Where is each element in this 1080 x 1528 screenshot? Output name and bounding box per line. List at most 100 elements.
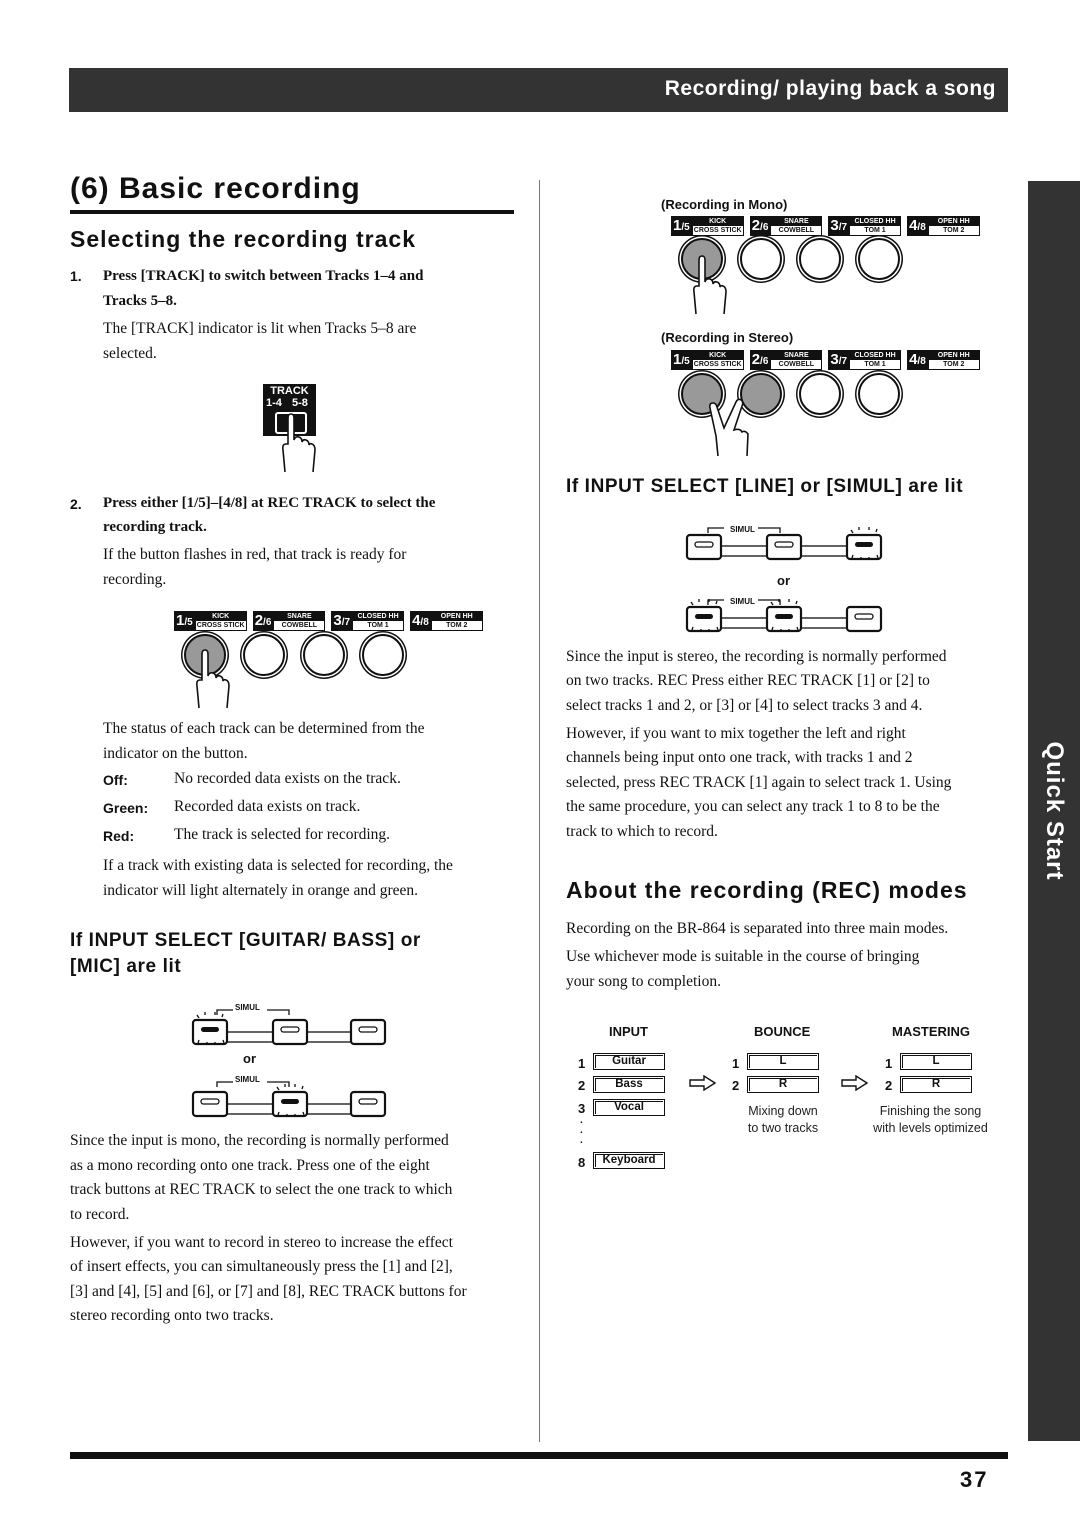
input-index: 3 xyxy=(578,1101,586,1116)
mono-para-2-line-2: of insert effects, you can simultaneousl… xyxy=(70,1258,453,1275)
mastering-mode-title: MASTERING xyxy=(892,1024,970,1039)
step-2-line-1: Press either [1/5]–[4/8] at REC TRACK to… xyxy=(103,495,436,511)
input-index: 1 xyxy=(578,1056,586,1071)
input-track-box: Vocal xyxy=(593,1099,665,1116)
step-1-line-2: Tracks 5–8. xyxy=(103,293,177,309)
mono-caption: (Recording in Mono) xyxy=(661,197,788,212)
arrow-right-icon xyxy=(841,1075,869,1091)
page-number: 37 xyxy=(960,1467,989,1492)
mastering-track-box: R xyxy=(900,1076,972,1093)
section-header-bar: Recording/ playing back a song xyxy=(69,68,1008,112)
section-heading-selecting: Selecting the recording track xyxy=(70,226,416,252)
bounce-track-box: R xyxy=(747,1076,819,1093)
mono-para-1-line-3: track buttons at REC TRACK to select the… xyxy=(70,1181,453,1198)
rec-track-label-2: 2/6 SNARE COWBELL xyxy=(252,611,326,631)
section-heading-rec-modes: About the recording (REC) modes xyxy=(566,877,968,903)
track-range-1-4: 1-4 xyxy=(266,397,282,409)
mono-para-2-line-1: However, if you want to record in stereo… xyxy=(70,1234,453,1251)
rec-track-labels-stereo: 1/5 KICK CROSS STICK 2/6 SNARE COWBELL 3/7 CL… xyxy=(671,350,983,370)
modes-para-2-line-2: your song to completion. xyxy=(566,973,721,990)
simul-label: SIMUL xyxy=(235,1003,260,1012)
stereo-para-2-line-3: selected, press REC TRACK [1] again to s… xyxy=(566,774,952,791)
simul-label: SIMUL xyxy=(730,525,755,534)
mono-para-1-line-2: as a mono recording onto one track. Pres… xyxy=(70,1157,430,1174)
mono-track-button-2[interactable] xyxy=(740,238,782,280)
bounce-index: 1 xyxy=(732,1056,740,1071)
mono-input-heading-2: [MIC] are lit xyxy=(70,956,182,977)
rec-track-button-3[interactable] xyxy=(303,634,345,676)
rec-track-labels-mono: 1/5 KICK CROSS STICK 2/6 SNARE COWBELL 3/7 CL… xyxy=(671,216,983,236)
input-index: 2 xyxy=(578,1078,586,1093)
side-tab: Quick Start xyxy=(1028,181,1080,1441)
status-intro-1: The status of each track can be determin… xyxy=(103,720,425,737)
ellipsis-dots: ... xyxy=(580,1115,583,1146)
stereo-caption: (Recording in Stereo) xyxy=(661,330,794,345)
step-2-desc-2: recording. xyxy=(103,571,167,588)
status-note-1: If a track with existing data is selecte… xyxy=(103,857,453,874)
mono-para-1-line-4: to record. xyxy=(70,1206,130,1223)
bounce-caption: Mixing down to two tracks xyxy=(747,1104,819,1135)
stereo-track-button-4[interactable] xyxy=(858,373,900,415)
mastering-caption: Finishing the song with levels optimized xyxy=(873,1104,988,1135)
mastering-index: 2 xyxy=(885,1078,893,1093)
stereo-para-2-line-2: channels being input onto one track, wit… xyxy=(566,749,913,766)
stereo-para-1-line-1: Since the input is stereo, the recording… xyxy=(566,648,947,665)
rec-modes-diagram: INPUT 1 Guitar 2 Bass 3 Vocal ... 8 Keyb… xyxy=(565,1015,1005,1175)
modes-para-2-line-1: Use whichever mode is suitable in the co… xyxy=(566,948,920,965)
line-input-heading: If INPUT SELECT [LINE] or [SIMUL] are li… xyxy=(566,476,964,497)
side-tab-label: Quick Start xyxy=(1041,741,1068,881)
mono-para-2-line-3: [3] and [4], [5] and [6], or [7] and [8]… xyxy=(70,1283,467,1300)
mono-track-button-4[interactable] xyxy=(858,238,900,280)
input-track-box: Guitar xyxy=(593,1053,665,1070)
input-track-box: Keyboard xyxy=(593,1152,665,1169)
arrow-right-icon xyxy=(689,1075,717,1091)
section-title: Recording/ playing back a song xyxy=(664,77,996,100)
simul-label: SIMUL xyxy=(235,1075,260,1084)
mastering-track-box: L xyxy=(900,1053,972,1070)
mono-para-1-line-1: Since the input is mono, the recording i… xyxy=(70,1132,449,1149)
input-index: 8 xyxy=(578,1155,586,1170)
rec-track-button-2[interactable] xyxy=(243,634,285,676)
status-note-2: indicator will light alternately in oran… xyxy=(103,882,419,899)
simul-label: SIMUL xyxy=(730,597,755,606)
step-number-1: 1. xyxy=(70,268,82,284)
mono-input-heading-1: If INPUT SELECT [GUITAR/ BASS] or xyxy=(70,930,421,951)
modes-para-1: Recording on the BR-864 is separated int… xyxy=(566,920,949,937)
mono-para-2-line-4: stereo recording onto two tracks. xyxy=(70,1307,274,1324)
bounce-index: 2 xyxy=(732,1078,740,1093)
step-1-desc-1: The [TRACK] indicator is lit when Tracks… xyxy=(103,320,417,337)
stereo-track-button-3[interactable] xyxy=(799,373,841,415)
mono-track-button-3[interactable] xyxy=(799,238,841,280)
pointing-hand-icon xyxy=(693,255,727,315)
step-1-desc-2: selected. xyxy=(103,345,157,362)
rec-track-label-3: 3/7 CLOSED HH TOM 1 xyxy=(331,611,405,631)
rec-track-label-4: 4/8 OPEN HH TOM 2 xyxy=(410,611,483,631)
bounce-mode-title: BOUNCE xyxy=(754,1024,811,1039)
pointing-hand-icon xyxy=(282,413,316,473)
title-rule xyxy=(70,210,514,214)
two-finger-hand-icon xyxy=(709,398,749,457)
stereo-para-1-line-2: on two tracks. REC Press either REC TRAC… xyxy=(566,672,930,689)
stereo-para-1-line-3: select tracks 1 and 2, or [3] or [4] to … xyxy=(566,697,923,714)
rec-track-label-1: 1/5 KICK CROSS STICK xyxy=(174,611,247,631)
step-2-desc-1: If the button flashes in red, that track… xyxy=(103,546,407,563)
input-select-mono-diagram xyxy=(191,1009,387,1118)
stereo-para-2-line-4: the same procedure, you can select any t… xyxy=(566,798,940,815)
or-label: or xyxy=(243,1051,256,1066)
step-2-line-2: recording track. xyxy=(103,519,207,535)
or-label: or xyxy=(777,573,790,588)
step-1-line-1: Press [TRACK] to switch between Tracks 1… xyxy=(103,268,424,284)
bounce-track-box: L xyxy=(747,1053,819,1070)
stereo-para-2-line-5: track to which to record. xyxy=(566,823,718,840)
track-range-5-8: 5-8 xyxy=(292,397,308,409)
footer-rule xyxy=(70,1452,1008,1459)
column-divider xyxy=(539,180,540,1442)
input-mode-title: INPUT xyxy=(609,1024,648,1039)
input-track-box: Bass xyxy=(593,1076,665,1093)
stereo-para-2-line-1: However, if you want to mix together the… xyxy=(566,725,906,742)
rec-track-button-4[interactable] xyxy=(362,634,404,676)
status-intro-2: indicator on the button. xyxy=(103,745,248,762)
page-title: (6) Basic recording xyxy=(70,172,361,205)
track-button-label: TRACK xyxy=(270,385,309,397)
step-number-2: 2. xyxy=(70,496,82,512)
